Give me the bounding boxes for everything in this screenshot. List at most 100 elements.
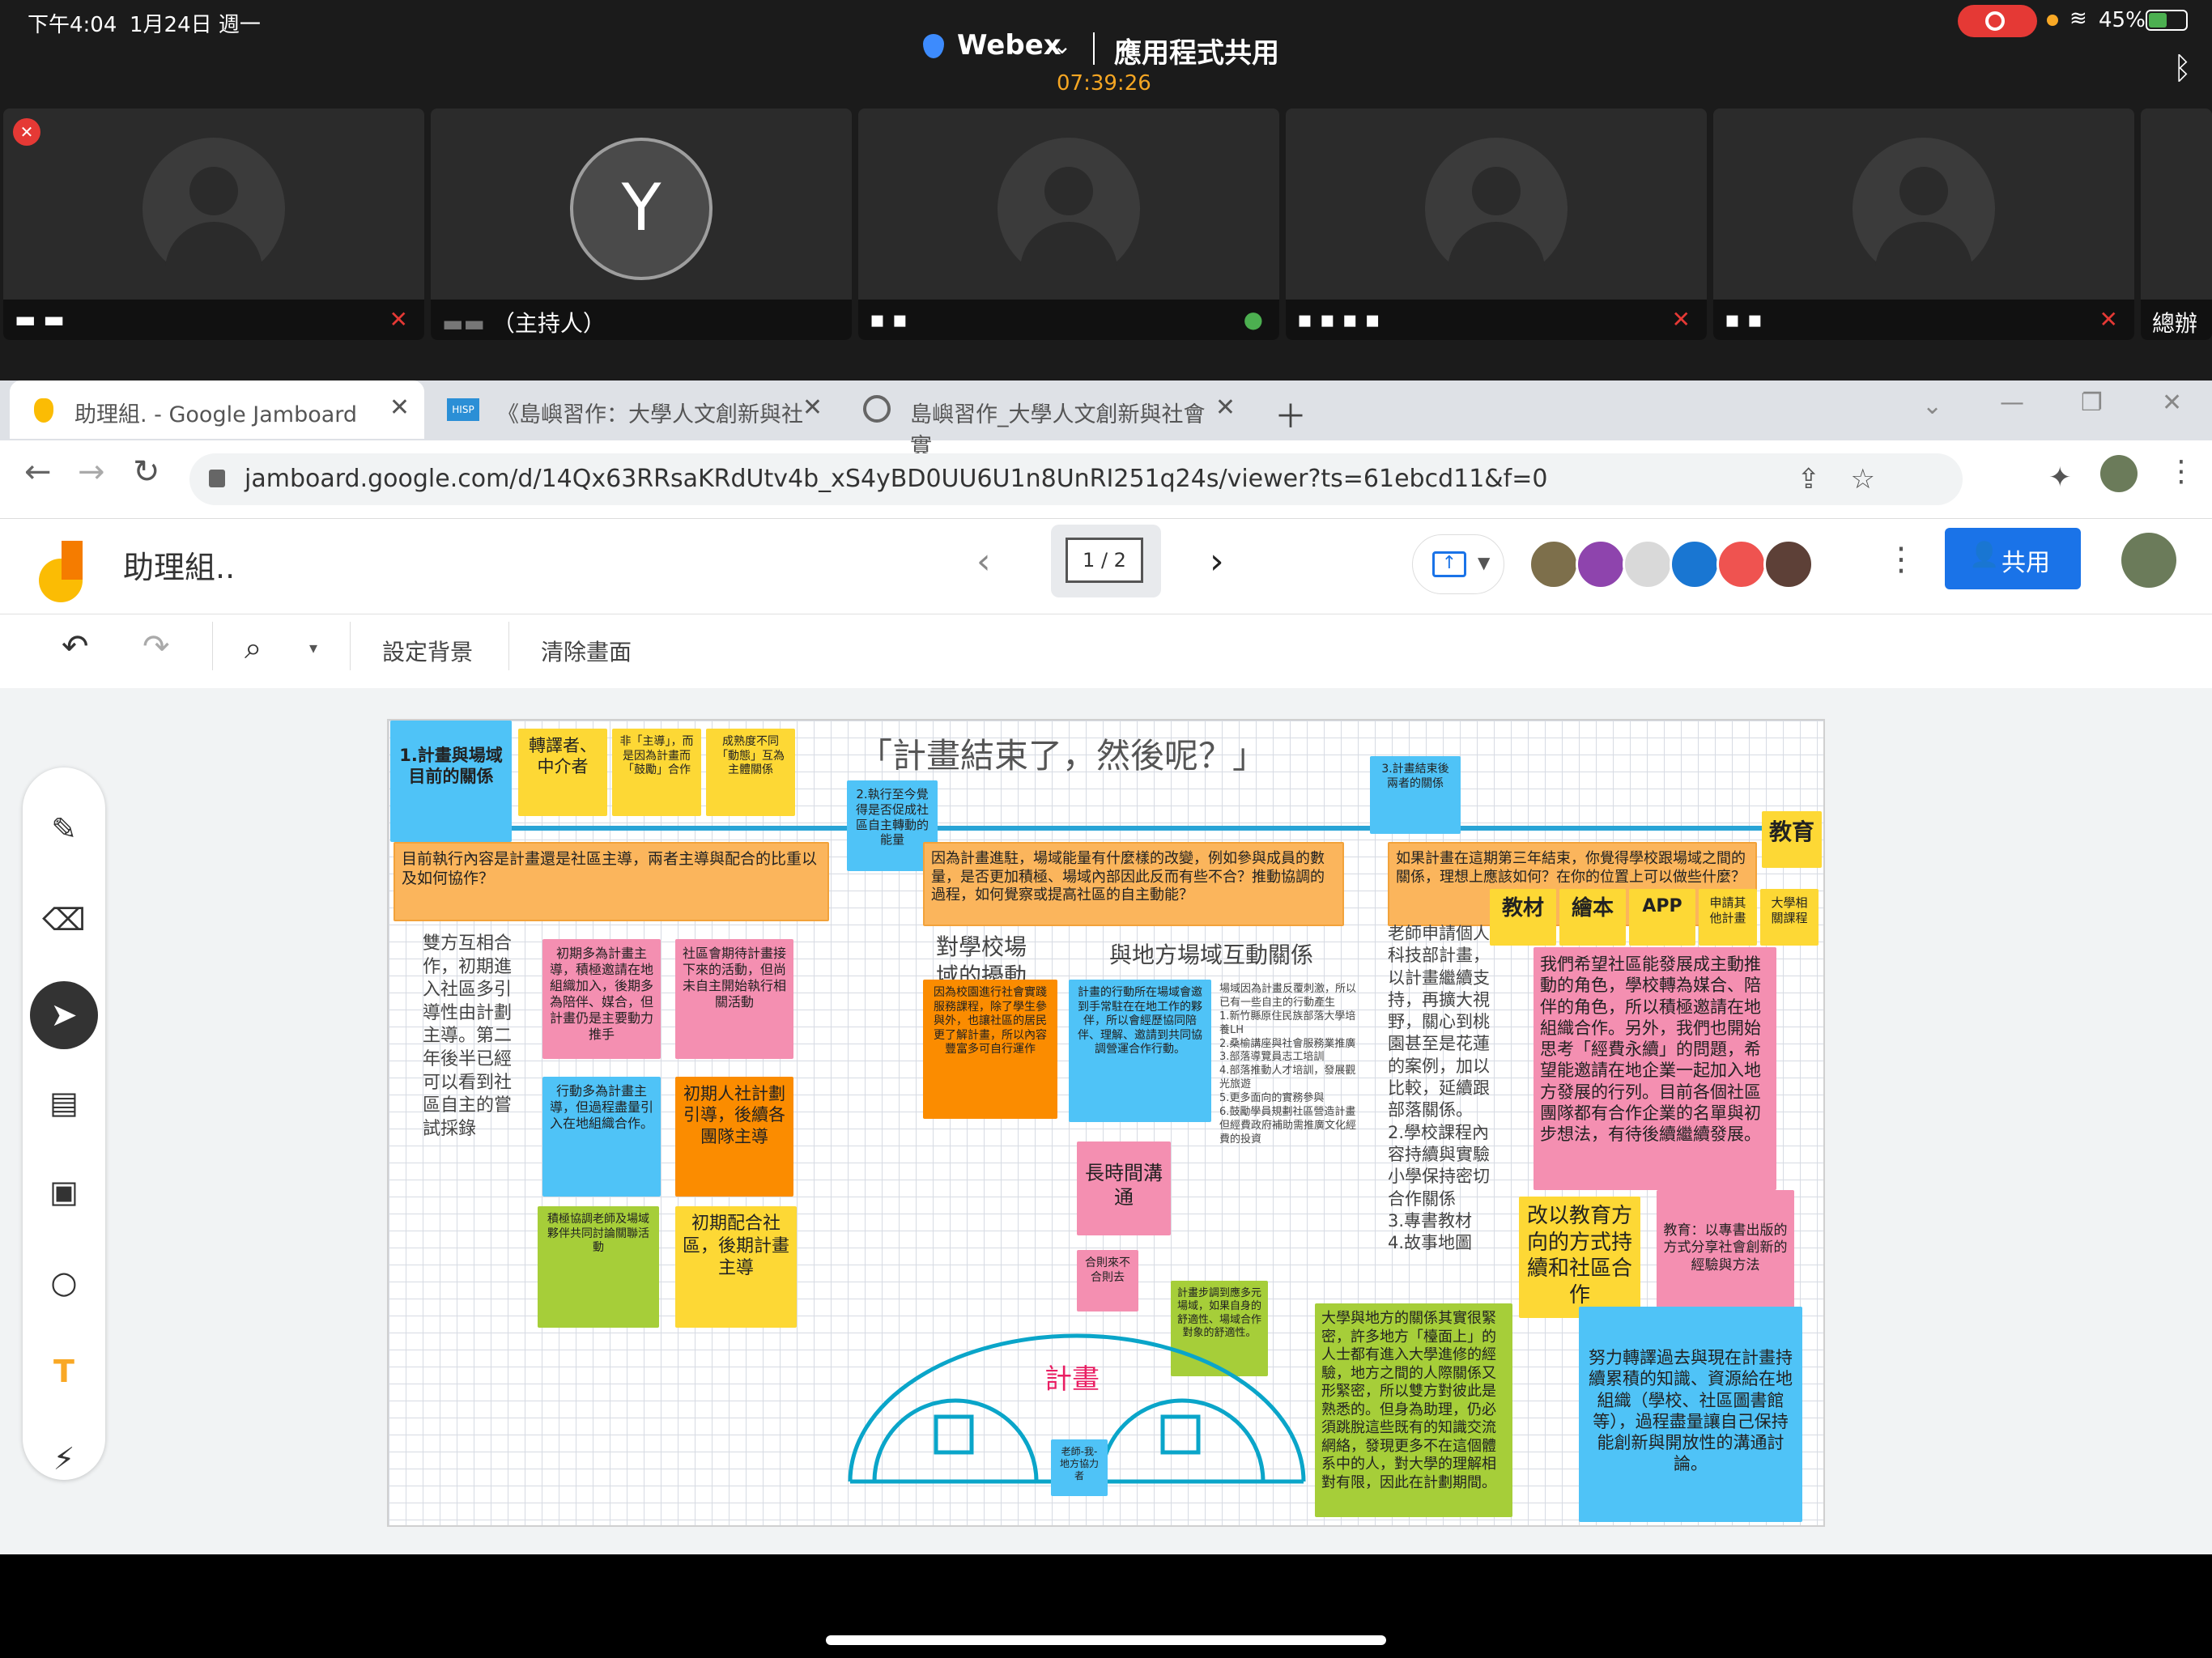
sticky-note[interactable]: 社區會期待計畫接下來的活動，但尚未自主開始執行相關活動 xyxy=(675,939,793,1059)
bluetooth-icon: ᛒ xyxy=(2173,50,2192,86)
hisp-favicon: HISP xyxy=(447,398,479,421)
webex-header: 下午4:04 1月24日 週一 ≋ 45% Webex ⌄ 應用程式共用 07:… xyxy=(0,0,2212,380)
present-button[interactable]: ↑ ▼ xyxy=(1412,534,1504,594)
jam-canvas[interactable]: 「計畫結束了，然後呢？」 1.計畫與場域目前的關係 轉譯者、中介者 非「主導」，… xyxy=(387,719,1825,1527)
profile-avatar[interactable] xyxy=(2100,455,2138,492)
sticky-note[interactable]: 改以教育方向的方式持續和社區合作 xyxy=(1519,1197,1640,1318)
minimize-icon[interactable]: — xyxy=(2000,389,2024,417)
star-icon[interactable]: ☆ xyxy=(1851,463,1875,495)
close-icon[interactable]: ✕ xyxy=(389,393,410,422)
address-bar[interactable]: jamboard.google.com/d/14Qx63RRsaKRdUtv4b… xyxy=(189,453,1963,505)
account-avatar[interactable] xyxy=(2121,533,2176,588)
restore-icon[interactable]: ❐ xyxy=(2081,389,2103,417)
tab-jamboard[interactable]: 助理組. - Google Jamboard ✕ xyxy=(10,380,424,439)
laser-icon[interactable]: ⚡ xyxy=(41,1436,87,1482)
webex-title[interactable]: Webex xyxy=(957,29,1061,62)
menu-icon[interactable]: ⋮ xyxy=(2167,455,2196,488)
participant-tile-2[interactable]: Y ▬▬ （主持人） xyxy=(431,108,852,340)
home-indicator[interactable] xyxy=(826,1635,1386,1645)
more-options-icon[interactable]: ⋮ xyxy=(1885,541,1917,578)
collaborator-avatar[interactable] xyxy=(1670,539,1720,589)
sticky-note[interactable]: 教育 xyxy=(1762,811,1822,868)
sticky-note[interactable]: 初期人社計劃引導，後續各團隊主導 xyxy=(675,1077,793,1197)
tab-2[interactable]: HISP 《島嶼習作：大學人文創新與社 ✕ xyxy=(432,380,837,439)
tag-note[interactable]: 大學相關課程 xyxy=(1760,889,1819,946)
left-arch xyxy=(872,1398,1039,1482)
prev-frame-icon[interactable]: ‹ xyxy=(976,541,991,582)
close-icon[interactable]: ✕ xyxy=(802,393,823,422)
participant-tile-1[interactable]: ✕ ▬ ▬ ✕ xyxy=(3,108,424,340)
sticky-note[interactable]: 長時間溝通 xyxy=(1077,1141,1171,1235)
new-tab-button[interactable]: ＋ xyxy=(1274,390,1307,437)
tag-note[interactable]: 申請其他計畫 xyxy=(1699,889,1757,946)
sticky-note[interactable]: 非「主導」，而是因為計畫而「鼓勵」合作 xyxy=(612,729,701,816)
question-note[interactable]: 因為計畫進駐，場域能量有什麼樣的改變，例如參與成員的數量，是否更加積極、場域內部… xyxy=(923,842,1344,926)
redo-icon[interactable]: ↷ xyxy=(143,628,170,665)
zoom-icon[interactable]: ⌕ xyxy=(245,630,262,666)
sticky-note[interactable]: 初期配合社區，後期計畫主導 xyxy=(675,1206,797,1328)
question-note[interactable]: 目前執行內容是計畫還是社區主導，兩者主導與配合的比重以及如何協作？ xyxy=(393,842,829,921)
text-box[interactable]: 老師申請個人科技部計畫，以計畫繼續支持，再擴大視野，關心到桃園甚至是花蓮的案例，… xyxy=(1388,923,1498,1254)
circle-shape-icon[interactable]: ○ xyxy=(41,1260,87,1305)
recording-indicator[interactable] xyxy=(1958,5,2037,37)
collaborator-avatar[interactable] xyxy=(1716,539,1767,589)
tab-search-icon[interactable]: ⌄ xyxy=(1922,392,1942,420)
text-box[interactable]: 雙方互相合作，初期進入社區多引導性由計劃主導。第二年後半已經可以看到社區自主的嘗… xyxy=(423,933,525,1141)
url-text[interactable]: jamboard.google.com/d/14Qx63RRsaKRdUtv4b… xyxy=(245,465,1547,493)
next-frame-icon[interactable]: › xyxy=(1210,541,1224,582)
sticky-note[interactable]: 3.計畫結束後兩者的關係 xyxy=(1370,756,1461,834)
eraser-icon[interactable]: ⌫ xyxy=(41,897,87,942)
sticky-note[interactable]: 成熟度不同「動態」互為主體關係 xyxy=(706,729,795,816)
collaborator-avatar[interactable] xyxy=(1529,539,1579,589)
tab-3[interactable]: 島嶼習作_大學人文創新與社會實 ✕ xyxy=(845,380,1250,459)
jamboard-favicon xyxy=(34,398,53,423)
collaborator-avatar[interactable] xyxy=(1763,539,1814,589)
close-icon[interactable]: ✕ xyxy=(1215,393,1236,422)
set-background-button[interactable]: 設定背景 xyxy=(382,635,473,667)
person-icon xyxy=(1425,138,1568,280)
participant-tile-5[interactable]: ▪ ▪ ✕ xyxy=(1713,108,2134,340)
forward-icon[interactable]: → xyxy=(78,453,105,491)
zoom-caret-icon[interactable]: ▾ xyxy=(309,638,317,657)
back-icon[interactable]: ← xyxy=(24,453,52,491)
text-box-icon[interactable]: T xyxy=(41,1349,87,1394)
extensions-icon[interactable]: ✦ xyxy=(2048,461,2072,494)
status-date: 1月24日 週一 xyxy=(130,13,261,37)
text-box[interactable]: 場域因為計畫反覆刺激，所以已有一些自主的行動產生 1.新竹縣原住民族部落大學培養… xyxy=(1219,983,1362,1147)
sticky-note[interactable]: 計畫的行動所在場域會邀到手常駐在在地工作的夥伴，所以會經歷協同陪伴、理解、邀請到… xyxy=(1069,980,1211,1122)
participant-tile-3[interactable]: ▪ ▪ ● xyxy=(858,108,1279,340)
collaborator-avatar[interactable] xyxy=(1576,539,1626,589)
sticky-note[interactable]: 我們希望社區能發展成主動推動的角色，學校轉為媒合、陪伴的角色，所以積極邀請在地組… xyxy=(1534,947,1776,1190)
tag-note[interactable]: 繪本 xyxy=(1559,889,1626,946)
sticky-note[interactable]: 1.計畫與場域目前的關係 xyxy=(390,721,512,842)
sticky-note[interactable]: 大學與地方的關係其實很緊密，許多地方「檯面上」的人士都有進入大學進修的經驗，地方… xyxy=(1315,1303,1512,1517)
chevron-down-icon[interactable]: ⌄ xyxy=(1053,32,1071,59)
participant-tile-4[interactable]: ▪ ▪ ▪ ▪ ✕ xyxy=(1286,108,1707,340)
sticky-note[interactable]: 因為校園進行社會實踐服務課程，除了學生參與外，也讓社區的居民更了解計畫，所以內容… xyxy=(923,980,1057,1119)
reload-icon[interactable]: ↻ xyxy=(133,453,160,491)
sticky-note[interactable]: 老師-我-地方協力者 xyxy=(1051,1439,1108,1496)
sticky-note-icon[interactable]: ▤ xyxy=(41,1080,87,1125)
shield-icon xyxy=(923,34,944,58)
sticky-note[interactable]: 行動多為計畫主導，但過程盡量引入在地組織合作。 xyxy=(542,1077,661,1197)
clear-frame-button[interactable]: 清除畫面 xyxy=(541,635,632,667)
share-page-icon[interactable]: ⇪ xyxy=(1797,463,1821,495)
frame-counter: 1 / 2 xyxy=(1066,538,1143,583)
tag-note[interactable]: 教材 xyxy=(1490,889,1556,946)
jam-title[interactable]: 助理組.. xyxy=(123,542,235,587)
image-icon[interactable]: ▣ xyxy=(41,1169,87,1214)
close-window-icon[interactable]: ✕ xyxy=(2162,389,2182,417)
pen-icon[interactable]: ✎ xyxy=(41,806,87,852)
sticky-note[interactable]: 努力轉譯過去與現在計畫持續累積的知識、資源給在地組織（學校、社區圖書館等），過程… xyxy=(1579,1307,1802,1522)
sticky-note[interactable]: 轉譯者、中介者 xyxy=(518,729,607,816)
sticky-note[interactable]: 合則來不合則去 xyxy=(1077,1250,1138,1312)
participant-tile-6[interactable]: 總辦_ xyxy=(2141,108,2212,340)
undo-icon[interactable]: ↶ xyxy=(62,628,89,665)
sticky-note[interactable]: 積極協調老師及場域夥伴共同討論關聯活動 xyxy=(538,1206,659,1328)
collaborator-avatar[interactable] xyxy=(1623,539,1673,589)
frame-selector[interactable]: 1 / 2 xyxy=(1051,525,1161,597)
tag-note[interactable]: APP xyxy=(1629,889,1695,946)
sticky-note[interactable]: 初期多為計畫主導，積極邀請在地組織加入，後期多為陪伴、媒合，但計畫仍是主要動力推… xyxy=(542,939,661,1059)
select-tool-icon[interactable]: ➤ xyxy=(30,981,98,1049)
share-button[interactable]: 👤 共用 xyxy=(1945,528,2081,589)
